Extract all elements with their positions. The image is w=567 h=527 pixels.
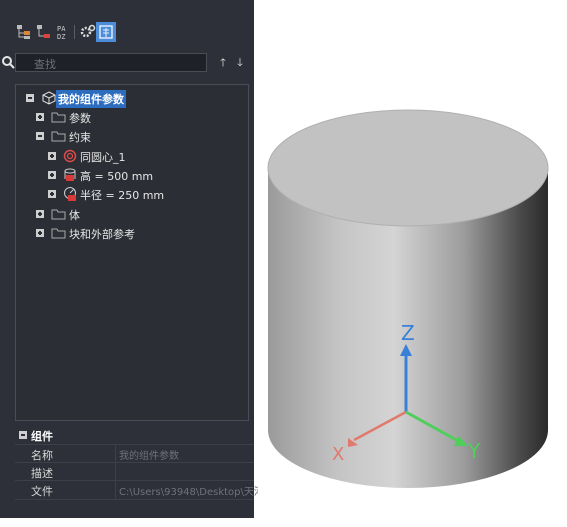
tree-item-label: 参数 (69, 112, 91, 125)
folder-icon (51, 228, 66, 239)
tree-item-label: 同圆心_1 (80, 151, 126, 164)
filter-active-icon[interactable] (96, 22, 116, 42)
search-placeholder: 查找 (34, 58, 56, 71)
concentric-constraint-icon (63, 149, 77, 163)
property-key: 文件 (31, 485, 53, 498)
tree-item-label: 高 = 500 mm (80, 170, 154, 183)
folder-icon (51, 112, 66, 123)
height-dimension-icon (64, 168, 76, 181)
tree-collapse-icon[interactable] (34, 22, 54, 42)
tree-expand-icon[interactable] (14, 22, 34, 42)
move-down-button[interactable]: 🡓 (232, 53, 248, 72)
sort-az-icon[interactable]: PA DZ (54, 22, 74, 42)
expand-toggle[interactable] (48, 190, 56, 198)
svg-text:PA: PA (57, 25, 66, 33)
expand-toggle[interactable] (36, 210, 44, 218)
tree-root[interactable]: 我的组件参数 (16, 90, 246, 108)
folder-icon (51, 209, 66, 220)
tree-item-height[interactable]: 高 = 500 mm (16, 167, 246, 185)
property-row-description[interactable]: 描述 (15, 462, 254, 481)
3d-viewport[interactable]: Z Y X (258, 0, 567, 523)
cylinder-model: Z Y X (267, 109, 549, 488)
component-tree: 我的组件参数 参数 约束 同圆心_1 高 = 500 mm 半径 = 250 m… (15, 84, 249, 421)
tree-item-parameters[interactable]: 参数 (16, 109, 246, 127)
property-key: 名称 (31, 449, 53, 462)
tree-item-label: 块和外部参考 (69, 228, 135, 241)
property-row-name[interactable]: 名称 我的组件参数 (15, 444, 254, 463)
property-value: C:\Users\93948\Desktop\天河手 (119, 487, 274, 498)
search-input[interactable]: 查找 (2, 53, 207, 72)
toolbar: PA DZ (0, 0, 254, 48)
tree-item-label: 半径 = 250 mm (80, 189, 165, 202)
expand-toggle[interactable] (36, 229, 44, 237)
tree-item-concentric[interactable]: 同圆心_1 (16, 148, 246, 166)
component-cube-icon (42, 91, 56, 105)
search-icon (2, 56, 15, 69)
move-up-button[interactable]: 🡑 (215, 53, 231, 72)
radius-dimension-icon (64, 187, 76, 201)
collapse-toggle[interactable] (36, 132, 44, 140)
property-key: 描述 (31, 467, 53, 480)
tree-item-label: 约束 (69, 131, 91, 144)
tree-root-label: 我的组件参数 (56, 90, 126, 108)
expand-toggle[interactable] (48, 171, 56, 179)
properties-panel: 组件 名称 我的组件参数 描述 文件 C:\Users\93948\Deskto… (15, 425, 274, 518)
cylinder-top-face (268, 110, 548, 226)
x-axis-label: X (332, 444, 344, 465)
svg-text:DZ: DZ (57, 33, 65, 41)
property-row-file[interactable]: 文件 C:\Users\93948\Desktop\天河手 (15, 480, 274, 500)
expand-toggle[interactable] (48, 152, 56, 160)
tree-item-blocks-xrefs[interactable]: 块和外部参考 (16, 225, 246, 243)
property-value: 我的组件参数 (119, 451, 179, 462)
y-axis-label: Y (467, 439, 481, 463)
collapse-toggle[interactable] (26, 94, 34, 102)
expand-toggle[interactable] (36, 113, 44, 121)
folder-open-icon (51, 131, 66, 142)
tree-item-body[interactable]: 体 (16, 206, 246, 224)
component-parameters-panel: PA DZ 查找 🡑 🡓 我的组件参数 参数 约束 同圆心_1 高 = 500 … (0, 0, 274, 518)
settings-gear-icon[interactable] (78, 22, 98, 42)
collapse-toggle[interactable] (19, 431, 27, 439)
z-axis-label: Z (401, 321, 415, 345)
tree-item-label: 体 (69, 209, 80, 222)
tree-item-radius[interactable]: 半径 = 250 mm (16, 186, 246, 204)
properties-header: 组件 (31, 430, 53, 443)
tree-item-constraints[interactable]: 约束 (16, 128, 246, 146)
